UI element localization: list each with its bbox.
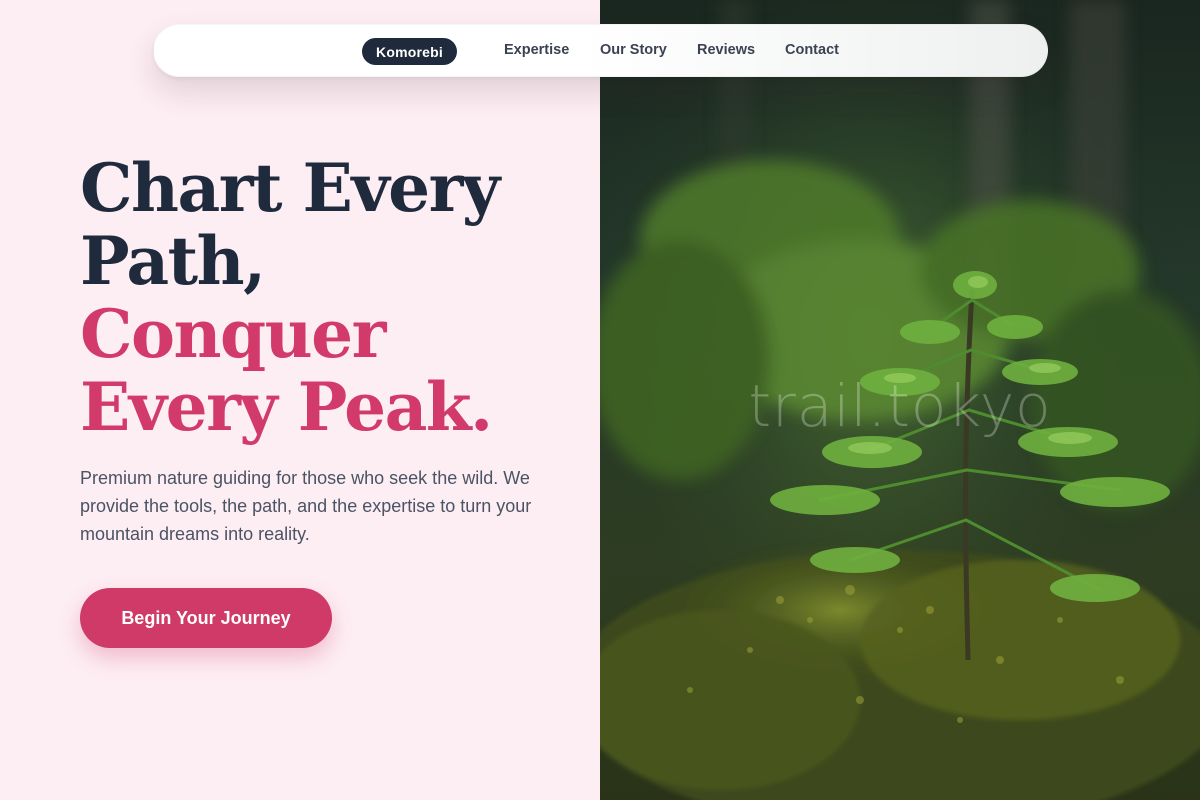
begin-journey-button[interactable]: Begin Your Journey [80, 588, 332, 648]
headline-dark-line-2: Path, [80, 222, 266, 300]
nav-link-our-story[interactable]: Our Story [600, 42, 667, 58]
headline-dark-line-1: Chart Every [80, 149, 500, 227]
top-navbar: Komorebi Expertise Our Story Reviews Con… [153, 24, 1048, 77]
hero-subtext: Premium nature guiding for those who see… [80, 468, 532, 544]
brand-logo[interactable]: Komorebi [362, 38, 457, 65]
headline-accent-line-1: Conquer [80, 295, 386, 373]
headline-accent-line-2: Every Peak. [80, 368, 493, 446]
nav-link-expertise[interactable]: Expertise [504, 42, 569, 58]
hero-headline: Chart Every Path, Conquer Every Peak. [80, 152, 580, 444]
hero-image: trail.tokyo [600, 0, 1200, 800]
watermark-text: trail.tokyo [748, 372, 1052, 440]
nav-link-reviews[interactable]: Reviews [697, 42, 755, 58]
nav-link-contact[interactable]: Contact [785, 42, 839, 58]
